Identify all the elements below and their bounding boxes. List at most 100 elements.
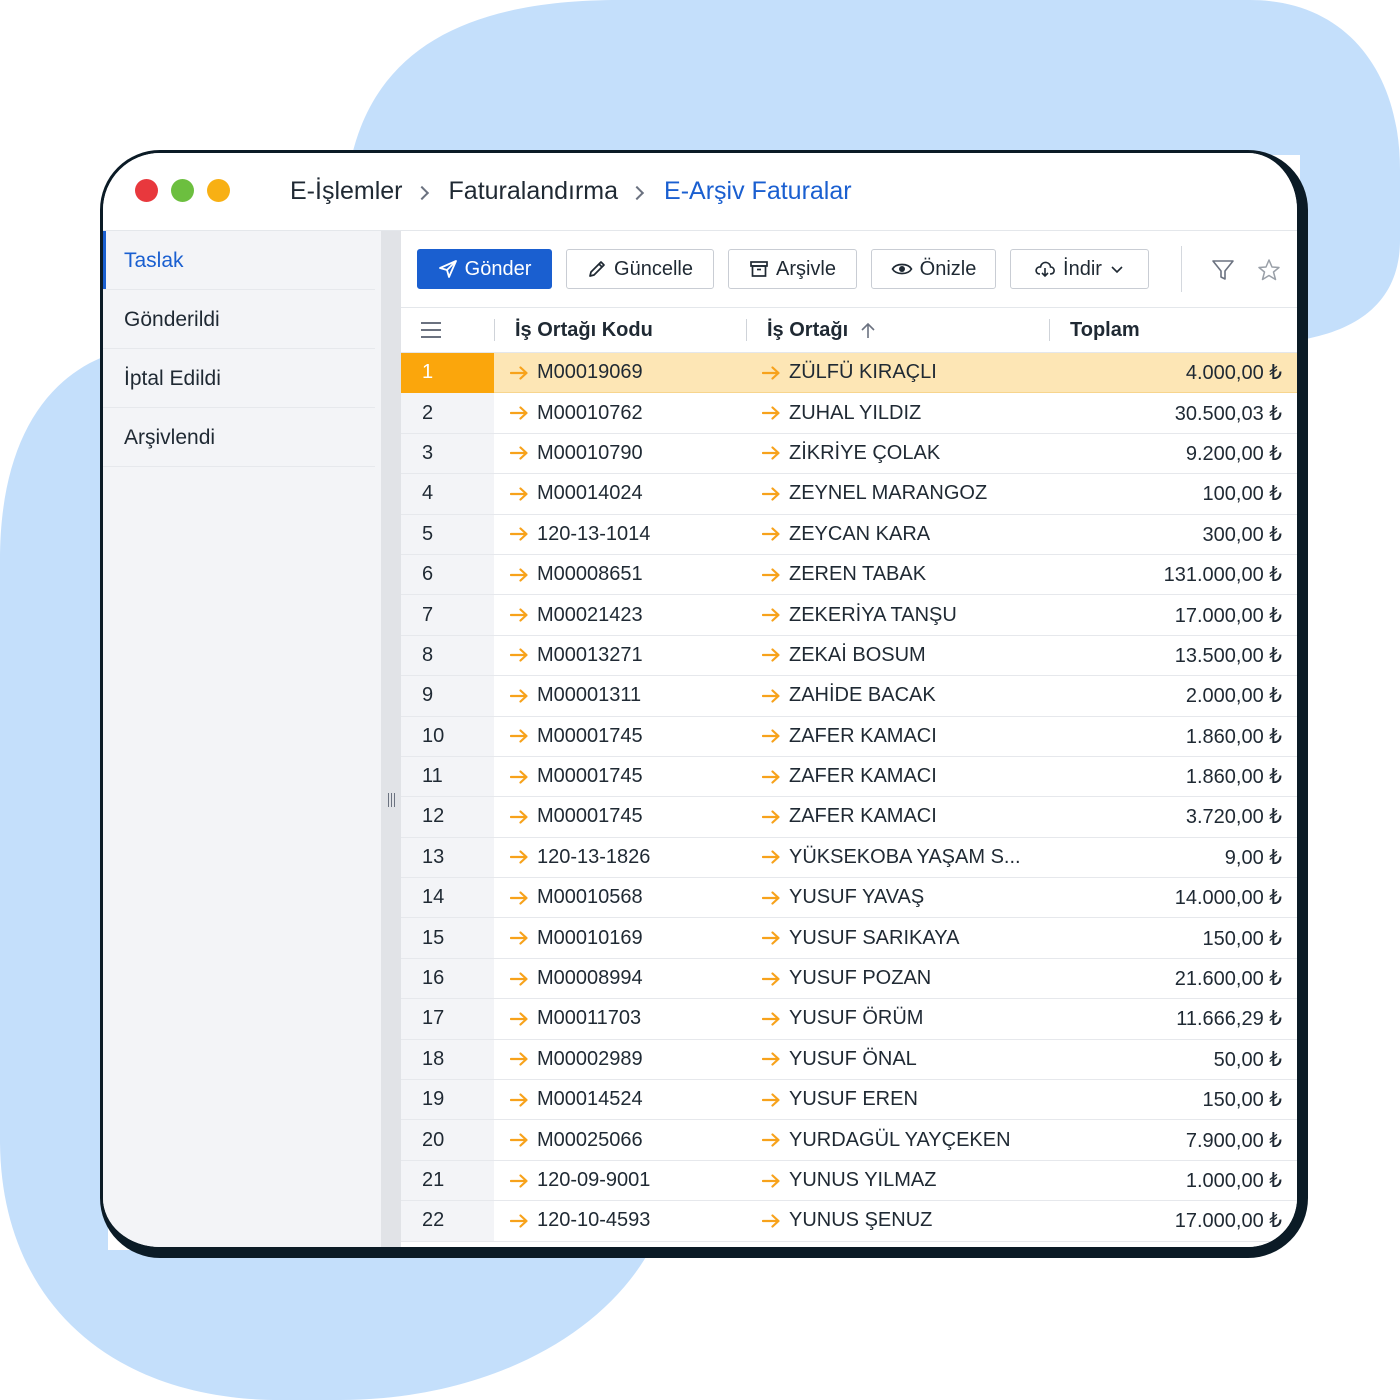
- partner-code-link[interactable]: M00014524: [510, 1080, 643, 1119]
- send-button[interactable]: Gönder: [417, 249, 552, 289]
- table-row[interactable]: 22 120-10-4593 YUNUS ŞENUZ 17.000,00 ₺: [401, 1201, 1297, 1242]
- partner-name-link[interactable]: ZEKERİYA TANŞU: [762, 595, 957, 634]
- partner-name-link[interactable]: YURDAGÜL YAYÇEKEN: [762, 1120, 1011, 1159]
- partner-name-link[interactable]: ZEYCAN KARA: [762, 515, 930, 554]
- partner-code-link[interactable]: M00001745: [510, 797, 643, 836]
- table-row[interactable]: 5 120-13-1014 ZEYCAN KARA 300,00 ₺: [401, 514, 1297, 555]
- table-row[interactable]: 11 M00001745 ZAFER KAMACI 1.860,00 ₺: [401, 756, 1297, 798]
- maximize-window-button[interactable]: [171, 179, 194, 202]
- minimize-window-button[interactable]: [207, 179, 230, 202]
- table-row[interactable]: 13 120-13-1826 YÜKSEKOBA YAŞAM S... 9,00…: [401, 837, 1297, 879]
- partner-code-link[interactable]: 120-13-1014: [510, 515, 650, 554]
- partner-code-link[interactable]: M00010568: [510, 878, 643, 917]
- arrow-right-icon: [510, 891, 528, 905]
- partner-name-link[interactable]: ZEREN TABAK: [762, 555, 926, 594]
- column-header-partner[interactable]: İş Ortağı: [767, 308, 876, 353]
- row-number: 1: [401, 353, 494, 394]
- filter-button[interactable]: [1210, 257, 1236, 283]
- update-button[interactable]: Güncelle: [566, 249, 714, 289]
- partner-name-text: YUNUS ŞENUZ: [789, 1209, 933, 1232]
- partner-name-link[interactable]: YUNUS ŞENUZ: [762, 1201, 932, 1240]
- total-amount: 21.600,00 ₺: [1174, 968, 1282, 991]
- partner-code-link[interactable]: M00014024: [510, 474, 643, 513]
- partner-name-link[interactable]: ZAFER KAMACI: [762, 717, 937, 756]
- column-header-code[interactable]: İş Ortağı Kodu: [515, 308, 653, 353]
- partner-name-text: YÜKSEKOBA YAŞAM S...: [789, 845, 1021, 868]
- partner-name-link[interactable]: ZEYNEL MARANGOZ: [762, 474, 987, 513]
- toolbar: Gönder Güncelle Arşivle Önizle İndir: [401, 231, 1297, 308]
- table-row[interactable]: 3 M00010790 ZİKRİYE ÇOLAK 9.200,00 ₺: [401, 433, 1297, 475]
- column-separator[interactable]: [1049, 319, 1050, 341]
- panel-splitter[interactable]: [381, 231, 401, 1247]
- table-row[interactable]: 20 M00025066 YURDAGÜL YAYÇEKEN 7.900,00 …: [401, 1120, 1297, 1161]
- partner-name-link[interactable]: YUSUF EREN: [762, 1080, 918, 1119]
- partner-name-link[interactable]: ZUHAL YILDIZ: [762, 393, 921, 432]
- partner-code-link[interactable]: M00010169: [510, 918, 643, 957]
- table-row[interactable]: 1 M00019069 ZÜLFÜ KIRAÇLI 4.000,00 ₺: [401, 353, 1297, 394]
- row-cells: M00010762 ZUHAL YILDIZ 30.500,03 ₺: [494, 393, 1297, 434]
- partner-name-link[interactable]: ZİKRİYE ÇOLAK: [762, 434, 940, 473]
- partner-code-link[interactable]: M00025066: [510, 1120, 643, 1159]
- table-row[interactable]: 16 M00008994 YUSUF POZAN 21.600,00 ₺: [401, 958, 1297, 1000]
- partner-code-link[interactable]: M00011703: [510, 999, 641, 1038]
- breadcrumb-item-e-islemler[interactable]: E-İşlemler: [290, 177, 403, 206]
- partner-code-link[interactable]: M00010762: [510, 393, 643, 432]
- table-row[interactable]: 6 M00008651 ZEREN TABAK 131.000,00 ₺: [401, 554, 1297, 596]
- partner-name-link[interactable]: YUSUF ÖRÜM: [762, 999, 923, 1038]
- partner-name-link[interactable]: ZAFER KAMACI: [762, 757, 937, 796]
- archive-button[interactable]: Arşivle: [728, 249, 857, 289]
- table-row[interactable]: 21 120-09-9001 YUNUS YILMAZ 1.000,00 ₺: [401, 1160, 1297, 1202]
- partner-code-link[interactable]: 120-13-1826: [510, 838, 650, 877]
- table-row[interactable]: 14 M00010568 YUSUF YAVAŞ 14.000,00 ₺: [401, 878, 1297, 919]
- column-separator[interactable]: [494, 319, 495, 341]
- partner-code-link[interactable]: M00002989: [510, 1040, 643, 1079]
- table-row[interactable]: 18 M00002989 YUSUF ÖNAL 50,00 ₺: [401, 1039, 1297, 1081]
- partner-name-link[interactable]: YÜKSEKOBA YAŞAM S...: [762, 838, 1021, 877]
- column-separator[interactable]: [746, 319, 747, 341]
- sidebar-item-gonderildi[interactable]: Gönderildi: [103, 290, 375, 349]
- partner-code-link[interactable]: M00001745: [510, 757, 643, 796]
- sidebar-item-iptal-edildi[interactable]: İptal Edildi: [103, 349, 375, 408]
- partner-code-link[interactable]: M00019069: [510, 353, 643, 392]
- sidebar-item-taslak[interactable]: Taslak: [103, 231, 375, 290]
- column-header-total[interactable]: Toplam: [1070, 308, 1140, 353]
- partner-name-link[interactable]: ZEKAİ BOSUM: [762, 636, 926, 675]
- table-row[interactable]: 8 M00013271 ZEKAİ BOSUM 13.500,00 ₺: [401, 635, 1297, 677]
- partner-name-link[interactable]: ZÜLFÜ KIRAÇLI: [762, 353, 937, 392]
- breadcrumb-item-faturalandirma[interactable]: Faturalandırma: [449, 177, 619, 206]
- table-row[interactable]: 4 M00014024 ZEYNEL MARANGOZ 100,00 ₺: [401, 474, 1297, 515]
- table-row[interactable]: 7 M00021423 ZEKERİYA TANŞU 17.000,00 ₺: [401, 595, 1297, 636]
- table-row[interactable]: 17 M00011703 YUSUF ÖRÜM 11.666,29 ₺: [401, 999, 1297, 1040]
- partner-code-link[interactable]: M00008651: [510, 555, 643, 594]
- partner-name-link[interactable]: YUSUF SARIKAYA: [762, 918, 959, 957]
- partner-name-link[interactable]: YUNUS YILMAZ: [762, 1161, 936, 1200]
- preview-button[interactable]: Önizle: [871, 249, 996, 289]
- partner-name-link[interactable]: YUSUF POZAN: [762, 959, 931, 998]
- partner-name-link[interactable]: YUSUF ÖNAL: [762, 1040, 917, 1079]
- table-row[interactable]: 19 M00014524 YUSUF EREN 150,00 ₺: [401, 1080, 1297, 1121]
- download-button[interactable]: İndir: [1010, 249, 1149, 289]
- favorite-button[interactable]: [1256, 257, 1282, 283]
- partner-code-link[interactable]: 120-09-9001: [510, 1161, 650, 1200]
- sidebar-item-arsivlendi[interactable]: Arşivlendi: [103, 408, 375, 467]
- table-row[interactable]: 12 M00001745 ZAFER KAMACI 3.720,00 ₺: [401, 797, 1297, 838]
- partner-name-link[interactable]: YUSUF YAVAŞ: [762, 878, 924, 917]
- partner-name-link[interactable]: ZAFER KAMACI: [762, 797, 937, 836]
- table-row[interactable]: 15 M00010169 YUSUF SARIKAYA 150,00 ₺: [401, 918, 1297, 959]
- partner-code-link[interactable]: M00001311: [510, 676, 641, 715]
- partner-code-link[interactable]: M00010790: [510, 434, 643, 473]
- arrow-right-icon: [510, 527, 528, 541]
- partner-code-link[interactable]: 120-10-4593: [510, 1201, 650, 1240]
- drag-handle-icon[interactable]: [386, 793, 396, 807]
- table-row[interactable]: 9 M00001311 ZAHİDE BACAK 2.000,00 ₺: [401, 676, 1297, 717]
- partner-code-link[interactable]: M00001745: [510, 717, 643, 756]
- menu-icon[interactable]: [421, 322, 441, 338]
- partner-code-link[interactable]: M00021423: [510, 595, 643, 634]
- table-row[interactable]: 10 M00001745 ZAFER KAMACI 1.860,00 ₺: [401, 716, 1297, 757]
- partner-code-link[interactable]: M00008994: [510, 959, 643, 998]
- partner-code-link[interactable]: M00013271: [510, 636, 643, 675]
- row-cells: M00013271 ZEKAİ BOSUM 13.500,00 ₺: [494, 636, 1297, 677]
- table-row[interactable]: 2 M00010762 ZUHAL YILDIZ 30.500,03 ₺: [401, 393, 1297, 434]
- close-window-button[interactable]: [135, 179, 158, 202]
- partner-name-link[interactable]: ZAHİDE BACAK: [762, 676, 936, 715]
